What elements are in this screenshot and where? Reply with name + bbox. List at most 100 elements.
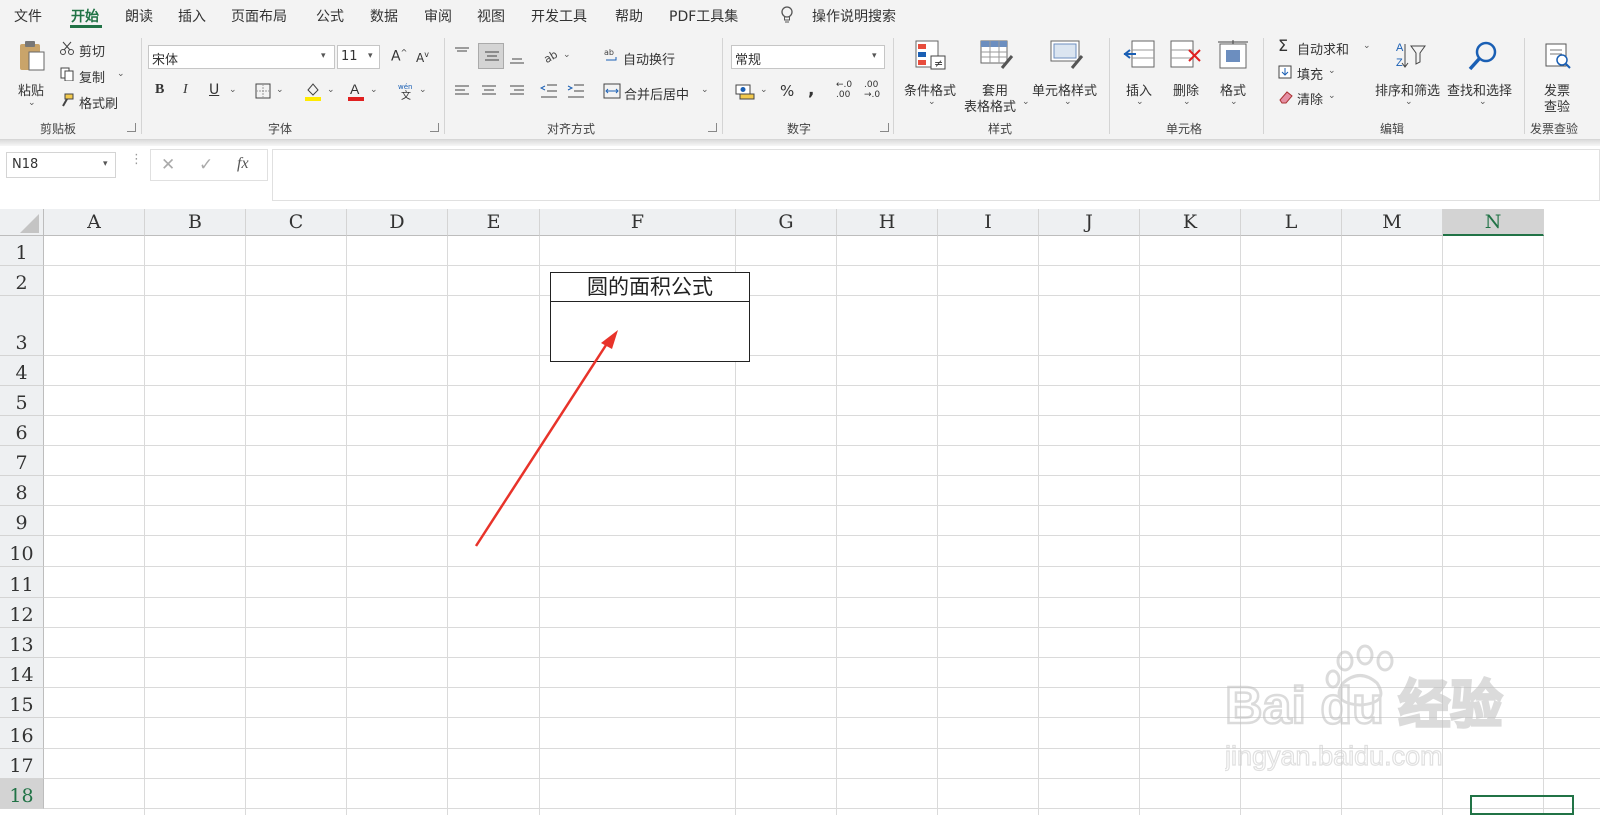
comma-button[interactable]: , xyxy=(808,80,814,100)
column-header-f[interactable]: F xyxy=(540,209,736,236)
align-left-icon[interactable] xyxy=(454,85,470,97)
row-header-14[interactable]: 14 xyxy=(0,658,44,688)
column-header-k[interactable]: K xyxy=(1140,209,1241,236)
cut-button[interactable]: 剪切 xyxy=(79,41,105,60)
menu-formulas[interactable]: 公式 xyxy=(316,6,344,26)
sort-filter-button[interactable]: AZ 排序和筛选 ⌄ xyxy=(1375,38,1443,110)
column-header-h[interactable]: H xyxy=(837,209,938,236)
menu-home[interactable]: 开始 xyxy=(71,6,99,26)
row-header-2[interactable]: 2 xyxy=(0,266,44,296)
conditional-format-button[interactable]: ≠ 条件格式 ⌄ xyxy=(902,38,960,110)
row-header-9[interactable]: 9 xyxy=(0,506,44,536)
menu-view[interactable]: 视图 xyxy=(477,6,505,26)
column-header-d[interactable]: D xyxy=(347,209,448,236)
border-icon[interactable] xyxy=(255,83,271,99)
find-select-button[interactable]: 查找和选择 ⌄ xyxy=(1447,38,1517,110)
row-header-7[interactable]: 7 xyxy=(0,446,44,476)
cell-f2[interactable]: 圆的面积公式 xyxy=(550,272,750,302)
column-header-b[interactable]: B xyxy=(145,209,246,236)
column-header-n[interactable]: N xyxy=(1443,209,1544,236)
menu-insert[interactable]: 插入 xyxy=(178,6,206,26)
row-header-17[interactable]: 17 xyxy=(0,749,44,779)
increase-indent-icon[interactable] xyxy=(567,83,585,99)
column-header-e[interactable]: E xyxy=(448,209,540,236)
fill-color-icon[interactable] xyxy=(304,81,322,101)
phonetic-icon[interactable]: wén文 xyxy=(398,82,414,100)
row-header-10[interactable]: 10 xyxy=(0,536,44,567)
cell-f3[interactable] xyxy=(550,302,750,362)
formula-bar-splitter[interactable]: ⋮ xyxy=(130,152,143,167)
font-color-icon[interactable]: A xyxy=(347,81,365,101)
column-header-i[interactable]: I xyxy=(938,209,1039,236)
insert-cells-button[interactable]: 插入 ⌄ xyxy=(1118,38,1160,110)
row-header-8[interactable]: 8 xyxy=(0,476,44,506)
menu-help[interactable]: 帮助 xyxy=(615,6,643,26)
row-header-16[interactable]: 16 xyxy=(0,718,44,749)
menu-review[interactable]: 审阅 xyxy=(424,6,452,26)
dialog-launcher-icon[interactable] xyxy=(708,123,717,132)
bold-button[interactable]: B xyxy=(155,82,164,98)
format-painter-button[interactable]: 格式刷 xyxy=(79,93,118,112)
row-header-1[interactable]: 1 xyxy=(0,236,44,266)
row-header-3[interactable]: 3 xyxy=(0,296,44,356)
row-header-5[interactable]: 5 xyxy=(0,386,44,416)
column-header-a[interactable]: A xyxy=(44,209,145,236)
percent-button[interactable]: % xyxy=(780,82,794,100)
decrease-font-button[interactable]: Av xyxy=(416,50,429,65)
underline-button[interactable]: U xyxy=(209,82,219,98)
column-header-m[interactable]: M xyxy=(1342,209,1443,236)
wrap-text-button[interactable]: 自动换行 xyxy=(623,49,675,68)
dialog-launcher-icon[interactable] xyxy=(127,123,136,132)
italic-button[interactable]: I xyxy=(183,82,188,98)
merge-center-button[interactable]: 合并后居中 xyxy=(624,84,689,103)
name-box[interactable]: N18 ▾ xyxy=(6,152,116,178)
clear-button[interactable]: 清除 xyxy=(1297,89,1323,108)
format-cells-button[interactable]: 格式 ⌄ xyxy=(1212,38,1254,110)
column-header-j[interactable]: J xyxy=(1039,209,1140,236)
function-icon[interactable]: fx xyxy=(237,155,249,173)
formula-input[interactable] xyxy=(272,149,1600,201)
row-header-4[interactable]: 4 xyxy=(0,356,44,386)
align-bottom-icon[interactable] xyxy=(509,53,525,65)
currency-icon[interactable] xyxy=(735,82,755,100)
column-header-c[interactable]: C xyxy=(246,209,347,236)
menu-developer[interactable]: 开发工具 xyxy=(531,6,587,26)
tell-me-search[interactable]: 操作说明搜索 xyxy=(812,6,896,26)
increase-font-button[interactable]: A^ xyxy=(391,48,407,65)
row-header-6[interactable]: 6 xyxy=(0,416,44,446)
select-all-button[interactable] xyxy=(0,209,44,236)
align-top-icon[interactable] xyxy=(454,47,470,59)
column-header-g[interactable]: G xyxy=(736,209,837,236)
menu-page-layout[interactable]: 页面布局 xyxy=(231,6,287,26)
autosum-button[interactable]: 自动求和 xyxy=(1297,39,1349,58)
row-header-11[interactable]: 11 xyxy=(0,567,44,598)
row-header-15[interactable]: 15 xyxy=(0,688,44,718)
table-format-button[interactable]: 套用 表格格式 ⌄ xyxy=(962,38,1030,115)
font-size-select[interactable]: 11 ▾ xyxy=(337,45,380,69)
column-header-l[interactable]: L xyxy=(1241,209,1342,236)
row-header-18[interactable]: 18 xyxy=(0,779,44,809)
cell-styles-button[interactable]: 单元格样式 ⌄ xyxy=(1032,38,1104,110)
orientation-icon[interactable]: ab xyxy=(543,47,561,63)
paste-button[interactable]: 粘贴 ⌄ xyxy=(14,38,50,108)
selected-cell-n18[interactable] xyxy=(1470,795,1574,815)
menu-pdf[interactable]: PDF工具集 xyxy=(669,6,738,26)
increase-decimal-button[interactable]: ←.0.00 xyxy=(836,80,852,100)
menu-data[interactable]: 数据 xyxy=(370,6,398,26)
invoice-check-button[interactable]: 发票 查验 xyxy=(1536,38,1580,115)
row-header-13[interactable]: 13 xyxy=(0,628,44,658)
delete-cells-button[interactable]: 删除 ⌄ xyxy=(1165,38,1207,110)
dialog-launcher-icon[interactable] xyxy=(430,123,439,132)
decrease-decimal-button[interactable]: .00 →.0 xyxy=(864,80,880,100)
fill-button[interactable]: 填充 xyxy=(1297,64,1323,83)
align-center-icon[interactable] xyxy=(481,85,497,97)
decrease-indent-icon[interactable] xyxy=(540,83,558,99)
font-name-select[interactable]: 宋体 ▾ xyxy=(148,45,335,69)
dialog-launcher-icon[interactable] xyxy=(880,123,889,132)
number-format-select[interactable]: 常规 ▾ xyxy=(731,45,885,69)
align-right-icon[interactable] xyxy=(509,85,525,97)
row-header-12[interactable]: 12 xyxy=(0,598,44,628)
align-middle-button[interactable] xyxy=(478,43,504,69)
menu-file[interactable]: 文件 xyxy=(14,6,42,26)
cancel-icon[interactable]: ✕ xyxy=(161,155,175,175)
